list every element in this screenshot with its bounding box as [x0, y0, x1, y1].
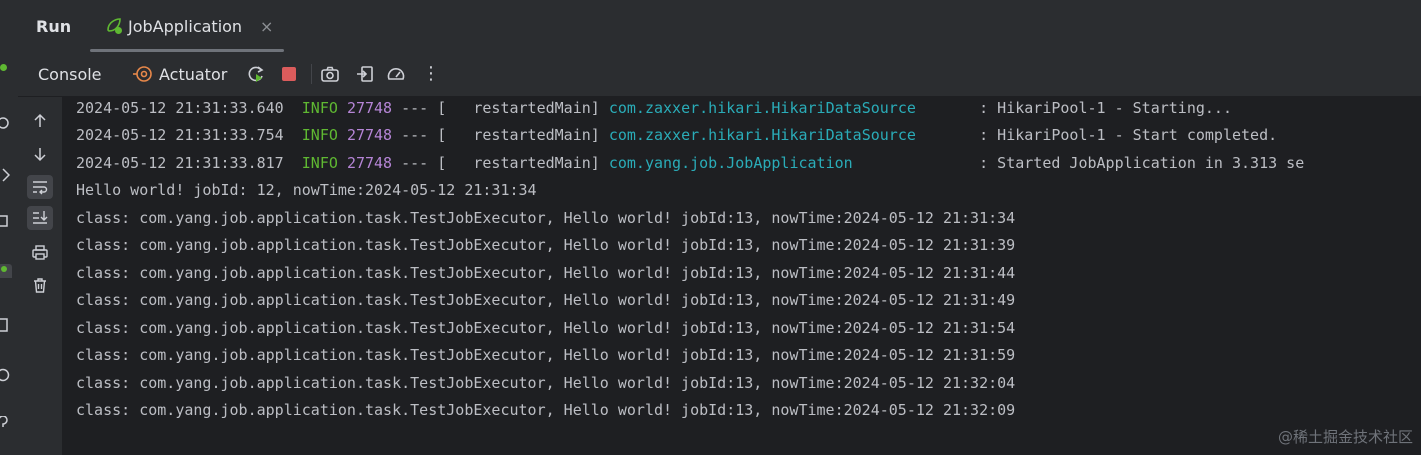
- tab-label: JobApplication: [128, 17, 243, 36]
- print-icon: [32, 245, 48, 260]
- panel-title: Run: [36, 17, 72, 36]
- print-button[interactable]: [27, 240, 53, 264]
- scroll-up-button[interactable]: [27, 109, 53, 133]
- run-toolbar: Console Actuator ⋮: [18, 52, 1421, 97]
- output-line: class: com.yang.job.application.task.Tes…: [76, 236, 1016, 254]
- camera-icon[interactable]: [320, 64, 340, 84]
- console-tab[interactable]: Console: [38, 65, 102, 84]
- console-gutter: [18, 97, 62, 455]
- scroll-down-button[interactable]: [27, 142, 53, 166]
- output-line: class: com.yang.job.application.task.Tes…: [76, 264, 1016, 282]
- soft-wrap-icon: [33, 181, 48, 195]
- log-line: 2024-05-12 21:31:33.817 INFO 27748 --- […: [76, 154, 1305, 172]
- structure-icon[interactable]: [0, 214, 10, 228]
- close-icon[interactable]: ×: [260, 17, 273, 36]
- arrow-up-icon: [34, 113, 46, 127]
- services-icon[interactable]: [0, 416, 10, 430]
- output-line: class: com.yang.job.application.task.Tes…: [76, 401, 1016, 419]
- log-line: 2024-05-12 21:31:33.640 INFO 27748 --- […: [76, 99, 1232, 117]
- rerun-icon[interactable]: [246, 64, 266, 84]
- output-line: class: com.yang.job.application.task.Tes…: [76, 374, 1016, 392]
- output-line: Hello world! jobId: 12, nowTime:2024-05-…: [76, 181, 537, 199]
- log-line: 2024-05-12 21:31:33.754 INFO 27748 --- […: [76, 126, 1278, 144]
- stop-icon[interactable]: [279, 64, 299, 84]
- output-line: class: com.yang.job.application.task.Tes…: [76, 319, 1016, 337]
- clear-all-button[interactable]: [27, 273, 53, 297]
- trash-icon: [34, 278, 46, 293]
- spring-run-icon: [107, 18, 122, 34]
- problems-icon[interactable]: [0, 368, 10, 382]
- output-line: class: com.yang.job.application.task.Tes…: [76, 209, 1016, 227]
- output-line: class: com.yang.job.application.task.Tes…: [76, 346, 1016, 364]
- actuator-tab[interactable]: Actuator: [159, 65, 227, 84]
- arrow-down-icon: [34, 148, 46, 162]
- watermark: @稀土掘金技术社区: [1277, 428, 1413, 446]
- toolbar-divider: [311, 64, 312, 84]
- soft-wrap-button[interactable]: [27, 175, 53, 199]
- more-options-icon[interactable]: ⋮: [422, 63, 440, 84]
- run-panel-header: Run JobApplication ×: [18, 0, 1421, 53]
- actuator-icon: [133, 66, 152, 82]
- scroll-to-end-button[interactable]: [27, 206, 53, 230]
- console-output[interactable]: 2024-05-12 21:31:33.640 INFO 27748 --- […: [62, 97, 1421, 455]
- output-line: class: com.yang.job.application.task.Tes…: [76, 291, 1016, 309]
- git-branch-icon[interactable]: [0, 168, 10, 182]
- commit-icon[interactable]: [0, 116, 10, 130]
- left-tool-strip: [0, 0, 19, 455]
- tab-job-application[interactable]: JobApplication ×: [90, 0, 284, 52]
- terminal-icon[interactable]: [0, 318, 10, 332]
- scroll-to-end-icon: [33, 211, 48, 224]
- running-indicator-dot: [0, 64, 7, 71]
- profiler-gauge-icon[interactable]: [386, 64, 406, 84]
- run-tool-icon[interactable]: [0, 264, 12, 278]
- restore-layout-icon[interactable]: [355, 64, 375, 84]
